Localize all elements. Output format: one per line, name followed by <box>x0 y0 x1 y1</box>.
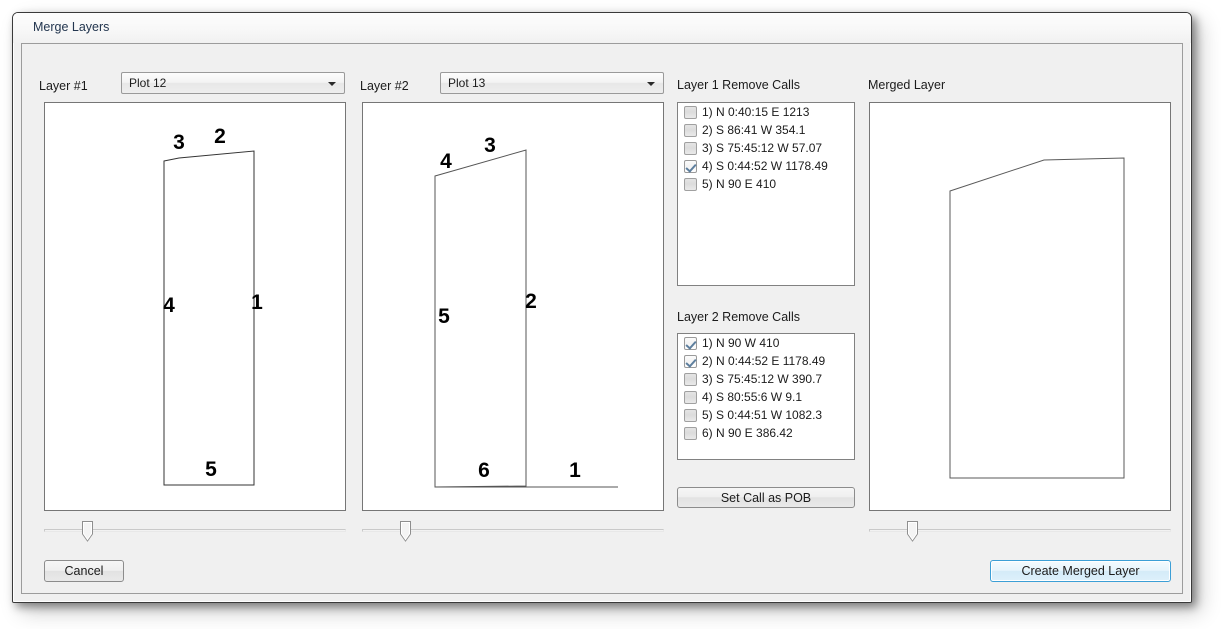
list-item[interactable]: 5) S 0:44:51 W 1082.3 <box>678 406 854 424</box>
list-item[interactable]: 3) S 75:45:12 W 57.07 <box>678 139 854 157</box>
list-item-label: 3) S 75:45:12 W 57.07 <box>702 141 823 155</box>
checkbox-unchecked-icon[interactable] <box>684 105 697 119</box>
list-item[interactable]: 4) S 0:44:52 W 1178.49 <box>678 157 854 175</box>
merged-zoom-slider[interactable] <box>869 521 1171 547</box>
set-call-as-pob-button[interactable]: Set Call as POB <box>677 487 855 508</box>
merged-layer-label: Merged Layer <box>868 78 946 92</box>
list-item[interactable]: 5) N 90 E 410 <box>678 175 854 193</box>
layer2-remove-calls-list[interactable]: 1) N 90 W 410 2) N 0:44:52 E 1178.49 3) S … <box>677 333 855 460</box>
layer1-remove-calls-list[interactable]: 1) N 0:40:15 E 1213 2) S 86:41 W 354.1 3) … <box>677 102 855 286</box>
plot-vertex-label: 2 <box>525 290 537 313</box>
list-item-label: 6) N 90 E 386.42 <box>702 426 793 440</box>
list-item[interactable]: 4) S 80:55:6 W 9.1 <box>678 388 854 406</box>
chevron-down-icon <box>328 82 336 86</box>
cancel-button-label: Cancel <box>64 564 104 578</box>
list-item-label: 3) S 75:45:12 W 390.7 <box>702 372 823 386</box>
set-call-as-pob-label: Set Call as POB <box>720 490 812 505</box>
checkbox-unchecked-icon[interactable] <box>684 177 697 191</box>
list-item-label: 4) S 80:55:6 W 9.1 <box>702 390 803 404</box>
list-item-label: 5) S 0:44:51 W 1082.3 <box>702 408 823 422</box>
screen: Merge Layers Layer #1 Layer #2 Layer 1 R… <box>0 0 1221 629</box>
layer1-zoom-slider-thumb[interactable] <box>82 521 93 542</box>
layer1-plot-select-value: Plot 12 <box>129 76 167 90</box>
create-merged-layer-label: Create Merged Layer <box>1021 564 1140 578</box>
list-item[interactable]: 1) N 0:40:15 E 1213 <box>678 103 854 121</box>
checkbox-unchecked-icon[interactable] <box>684 372 697 386</box>
merged-plot-drawing <box>949 157 1125 479</box>
layer1-plot-drawing: 1 2 3 4 5 <box>163 125 263 486</box>
list-item[interactable]: 6) N 90 E 386.42 <box>678 424 854 442</box>
cancel-button[interactable]: Cancel <box>44 560 124 582</box>
layer2-zoom-slider[interactable] <box>362 521 664 547</box>
layer2-plot-select[interactable]: Plot 13 <box>440 72 664 94</box>
layer2-plot-select-value: Plot 13 <box>448 76 486 90</box>
plot-vertex-label: 5 <box>205 458 217 481</box>
list-item[interactable]: 3) S 75:45:12 W 390.7 <box>678 370 854 388</box>
list-item-label: 2) S 86:41 W 354.1 <box>702 123 806 137</box>
window-title: Merge Layers <box>33 20 110 34</box>
layer2-zoom-slider-thumb[interactable] <box>400 521 411 542</box>
list-item[interactable]: 2) N 0:44:52 E 1178.49 <box>678 352 854 370</box>
layer2-remove-calls-label: Layer 2 Remove Calls <box>677 310 800 324</box>
chevron-down-icon <box>647 82 655 86</box>
list-item-label: 4) S 0:44:52 W 1178.49 <box>702 159 828 173</box>
list-item[interactable]: 2) S 86:41 W 354.1 <box>678 121 854 139</box>
list-item-label: 1) N 0:40:15 E 1213 <box>702 105 810 119</box>
layer1-label: Layer #1 <box>39 79 88 93</box>
list-item[interactable]: 1) N 90 W 410 <box>678 334 854 352</box>
layer1-zoom-slider[interactable] <box>44 521 346 547</box>
plot-vertex-label: 3 <box>173 131 185 154</box>
layer1-plot-canvas[interactable]: 1 2 3 4 5 <box>44 102 346 511</box>
layer2-plot-drawing: 1 2 3 4 5 6 <box>434 134 618 488</box>
layer2-plot-canvas[interactable]: 1 2 3 4 5 6 <box>362 102 664 511</box>
checkbox-checked-icon[interactable] <box>684 159 697 173</box>
plot-vertex-label: 4 <box>440 150 452 173</box>
checkbox-unchecked-icon[interactable] <box>684 123 697 137</box>
layer2-label: Layer #2 <box>360 79 409 93</box>
plot-vertex-label: 1 <box>251 291 263 314</box>
checkbox-checked-icon[interactable] <box>684 354 697 368</box>
checkbox-checked-icon[interactable] <box>684 336 697 350</box>
list-item-label: 2) N 0:44:52 E 1178.49 <box>702 354 826 368</box>
plot-vertex-label: 6 <box>478 459 490 482</box>
plot-vertex-label: 4 <box>163 294 175 317</box>
list-item-label: 5) N 90 E 410 <box>702 177 777 191</box>
create-merged-layer-button[interactable]: Create Merged Layer <box>990 560 1171 582</box>
checkbox-unchecked-icon[interactable] <box>684 390 697 404</box>
plot-vertex-label: 2 <box>214 125 226 148</box>
layer1-plot-select[interactable]: Plot 12 <box>121 72 345 94</box>
plot-vertex-label: 1 <box>569 459 581 482</box>
merge-layers-window: Merge Layers Layer #1 Layer #2 Layer 1 R… <box>12 12 1192 603</box>
checkbox-unchecked-icon[interactable] <box>684 426 697 440</box>
window-titlebar: Merge Layers <box>13 13 1191 43</box>
list-item-label: 1) N 90 W 410 <box>702 336 780 350</box>
layer1-remove-calls-label: Layer 1 Remove Calls <box>677 78 800 92</box>
merged-plot-canvas[interactable] <box>869 102 1171 511</box>
plot-vertex-label: 3 <box>484 134 496 157</box>
checkbox-unchecked-icon[interactable] <box>684 408 697 422</box>
checkbox-unchecked-icon[interactable] <box>684 141 697 155</box>
plot-vertex-label: 5 <box>438 305 450 328</box>
merged-zoom-slider-thumb[interactable] <box>907 521 918 542</box>
